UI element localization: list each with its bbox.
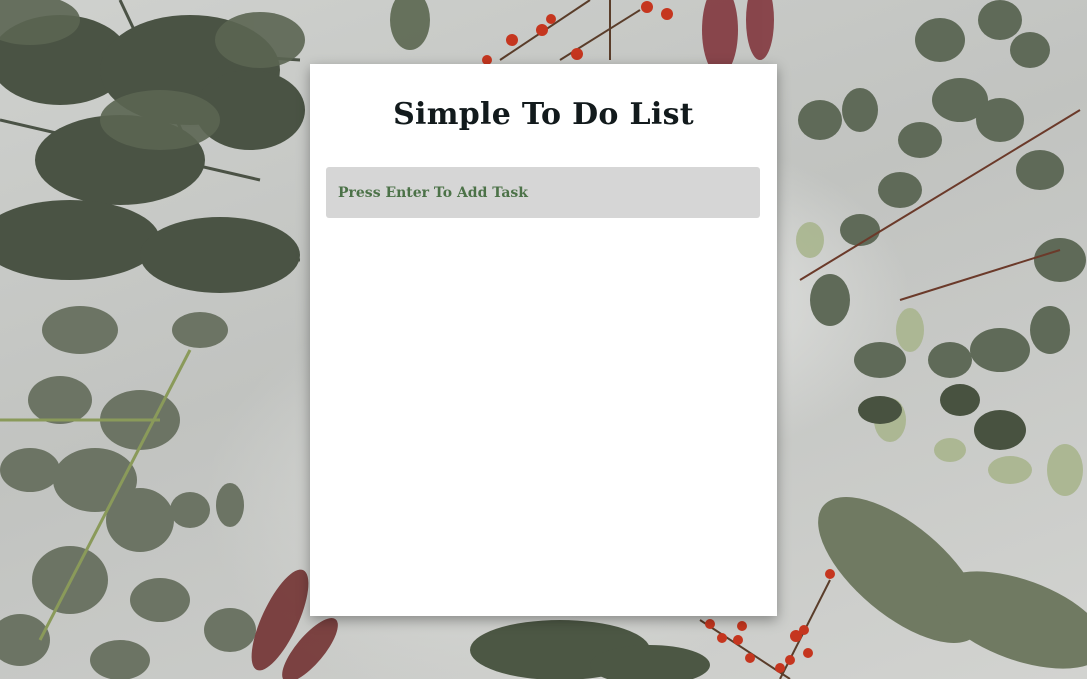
todo-card: Simple To Do List <box>310 64 777 616</box>
task-list <box>326 230 760 600</box>
add-task-input[interactable] <box>326 167 760 218</box>
page-title: Simple To Do List <box>393 97 694 132</box>
